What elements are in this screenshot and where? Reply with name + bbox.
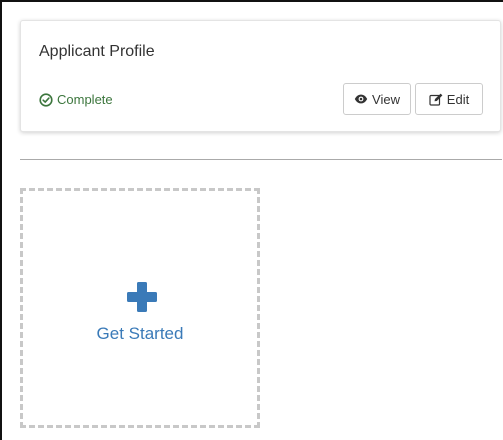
status-indicator: Complete	[39, 92, 113, 107]
edit-button-label: Edit	[446, 91, 470, 107]
status-label: Complete	[57, 92, 113, 107]
eye-icon	[354, 94, 368, 104]
edit-icon	[429, 93, 443, 106]
view-button-label: View	[372, 91, 400, 107]
get-started-label: Get Started	[96, 324, 184, 343]
section-divider	[20, 159, 502, 160]
get-started-tile[interactable]: Get Started	[20, 188, 260, 428]
applicant-profile-card: Applicant Profile Complete View Edit	[20, 20, 501, 132]
card-title: Applicant Profile	[39, 43, 155, 60]
view-button[interactable]: View	[343, 83, 411, 115]
window-frame: Applicant Profile Complete View Edit Get…	[0, 0, 503, 440]
check-circle-icon	[39, 92, 53, 107]
plus-icon	[126, 281, 158, 313]
edit-button[interactable]: Edit	[415, 83, 483, 115]
